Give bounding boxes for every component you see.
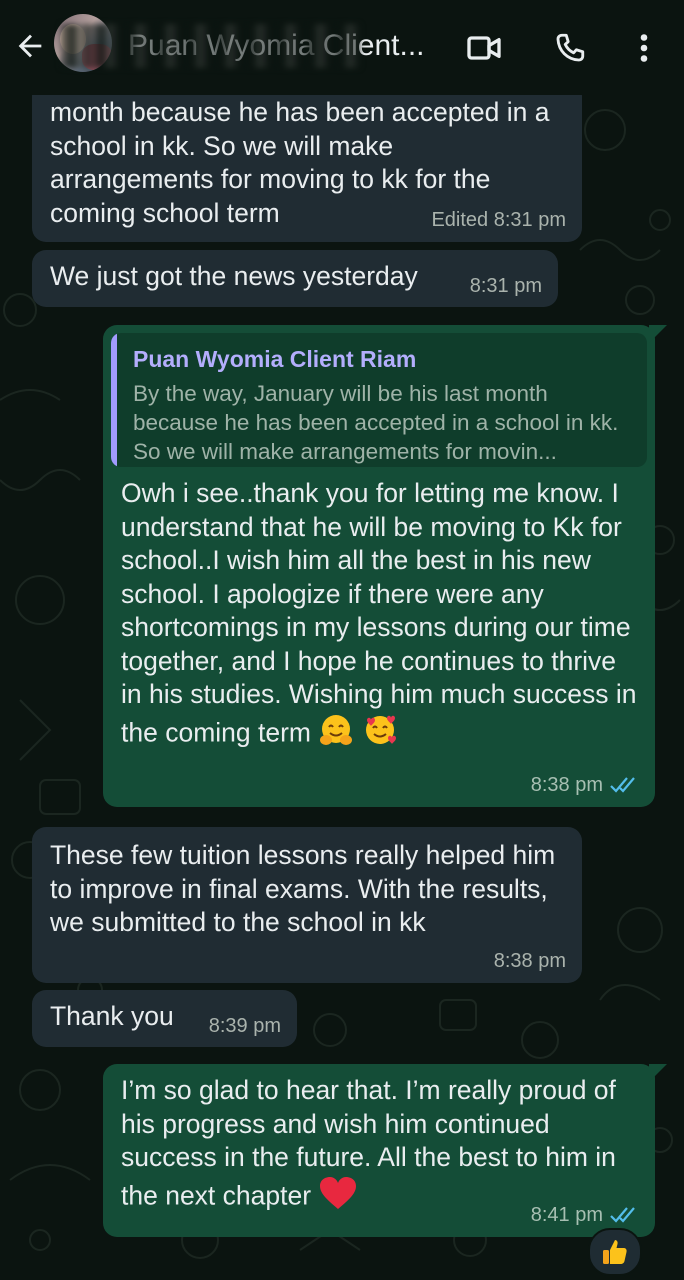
message-bubble-incoming[interactable]: These few tuition lessons really helped … bbox=[32, 827, 582, 983]
quoted-author: Puan Wyomia Client Riam bbox=[133, 346, 417, 372]
message-time: Edited 8:31 pm bbox=[431, 209, 566, 231]
quoted-text: By the way, January will be his last mon… bbox=[133, 381, 619, 464]
quote-accent-bar bbox=[111, 333, 117, 467]
more-options-button[interactable] bbox=[622, 26, 666, 70]
arrow-left-icon bbox=[18, 34, 42, 58]
voice-call-button[interactable] bbox=[548, 26, 592, 70]
message-time: 8:38 pm bbox=[530, 774, 603, 796]
hugging-face-emoji bbox=[318, 712, 354, 757]
message-time: 8:41 pm bbox=[530, 1204, 603, 1226]
message-text: These few tuition lessons really helped … bbox=[50, 840, 556, 937]
video-call-button[interactable] bbox=[462, 26, 506, 70]
message-time: 8:39 pm bbox=[208, 1015, 281, 1037]
message-bubble-incoming[interactable]: month because he has been accepted in a … bbox=[32, 82, 582, 242]
thumbs-up-icon bbox=[603, 1240, 627, 1264]
back-button[interactable] bbox=[10, 26, 50, 66]
message-text: I’m so glad to hear that. I’m really pro… bbox=[121, 1075, 616, 1210]
message-time: 8:38 pm bbox=[493, 950, 566, 972]
message-bubble-incoming[interactable]: Thank you 8:39 pm bbox=[32, 990, 297, 1047]
message-bubble-incoming[interactable]: We just got the news yesterday 8:31 pm bbox=[32, 250, 558, 307]
chat-header: Puan Wyomia Client... bbox=[0, 0, 684, 95]
chat-screen: Puan Wyomia Client... month because he h… bbox=[0, 0, 684, 1280]
double-check-read-icon bbox=[610, 1207, 635, 1223]
smiling-face-with-hearts-emoji bbox=[362, 712, 398, 757]
message-text: We just got the news yesterday bbox=[50, 261, 418, 291]
kebab-menu-icon bbox=[640, 34, 648, 62]
video-camera-icon bbox=[467, 36, 501, 60]
message-text: Owh i see..thank you for letting me know… bbox=[121, 478, 637, 747]
message-bubble-outgoing[interactable]: I’m so glad to hear that. I’m really pro… bbox=[103, 1064, 667, 1237]
message-bubble-outgoing[interactable]: Puan Wyomia Client Riam By the way, Janu… bbox=[103, 325, 667, 807]
message-meta: 8:41 pm bbox=[531, 1203, 639, 1227]
message-reaction[interactable] bbox=[588, 1228, 642, 1276]
message-meta: 8:38 pm bbox=[531, 773, 639, 797]
red-heart-emoji bbox=[318, 1175, 358, 1220]
name-redaction bbox=[60, 24, 360, 68]
quoted-message[interactable]: Puan Wyomia Client Riam By the way, Janu… bbox=[111, 333, 647, 467]
message-time: 8:31 pm bbox=[469, 275, 542, 297]
double-check-read-icon bbox=[610, 777, 635, 793]
phone-icon bbox=[556, 33, 585, 62]
